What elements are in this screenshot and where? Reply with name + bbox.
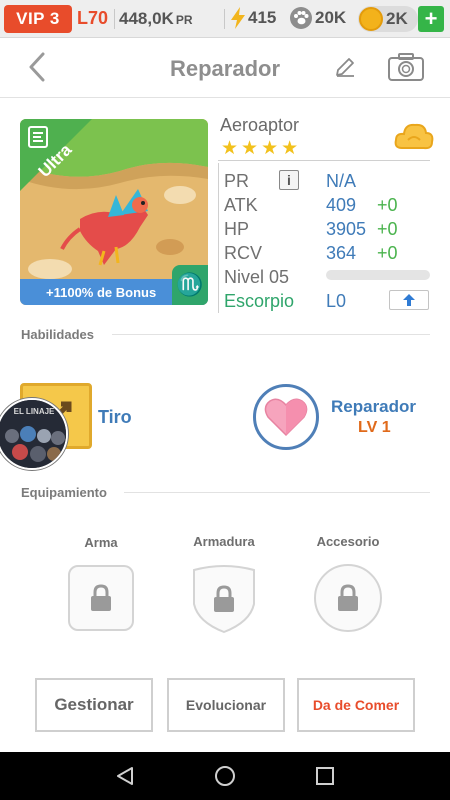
divider [224, 9, 225, 29]
role-level: LV 1 [358, 419, 391, 436]
stat-pr-label: PR [224, 171, 250, 191]
nav-home-button[interactable] [213, 764, 237, 788]
divider [114, 9, 115, 29]
gold-value: 2K [386, 9, 408, 28]
camera-icon [388, 53, 424, 81]
nav-recents-button[interactable] [313, 764, 337, 788]
lock-icon [91, 584, 111, 611]
camera-button[interactable] [387, 52, 425, 87]
slot-weapon[interactable] [68, 565, 134, 631]
paw-icon [290, 7, 312, 29]
manage-button[interactable]: Gestionar [35, 678, 153, 732]
player-level: L70 [77, 8, 109, 28]
edit-button[interactable] [334, 56, 356, 83]
star-icon: ★ [281, 138, 299, 159]
resource-bar: VIP 3 L70 448,0K PR 415 20K 2K + [0, 0, 450, 38]
pencil-icon [336, 58, 354, 77]
role-icon[interactable] [253, 384, 319, 450]
slot-accessory[interactable] [314, 564, 382, 632]
monster-card[interactable]: Ultra +1100% de Bonus ♏ [20, 119, 208, 305]
triangle-back-icon [117, 767, 133, 785]
abilities-heading: Habilidades [21, 327, 94, 342]
food-value: 20K [315, 8, 347, 27]
stat-hp-bonus: +0 [377, 219, 398, 239]
coin-icon [359, 7, 383, 31]
heart-icon [264, 398, 308, 437]
food-counter[interactable]: 20K [290, 7, 346, 29]
stat-rcv-bonus: +0 [377, 243, 398, 263]
info-icon[interactable]: i [279, 170, 299, 190]
stat-atk-label: ATK [224, 195, 258, 215]
avatar-logo-text: EL LINAJE [14, 407, 55, 416]
slot-armor[interactable] [190, 564, 258, 634]
star-icon: ★ [261, 138, 279, 159]
gold-counter[interactable]: 2K [358, 6, 418, 32]
stat-rcv-label: RCV [224, 243, 263, 263]
star-rating: ★ ★ ★ ★ [221, 139, 298, 158]
divider [124, 492, 430, 493]
xp-progress-bar [326, 270, 430, 280]
zodiac-level: L0 [326, 291, 347, 311]
lock-icon [338, 584, 358, 611]
star-icon: ★ [241, 138, 259, 159]
slot-armor-label: Armadura [193, 534, 255, 549]
divider [218, 160, 430, 161]
equipment-heading: Equipamiento [21, 485, 107, 500]
avatar: EL LINAJE [0, 398, 68, 470]
slot-accessory-label: Accesorio [316, 534, 380, 549]
stat-atk-bonus: +0 [377, 195, 398, 215]
role-name: Reparador [331, 397, 417, 416]
page-title: Reparador [169, 56, 281, 81]
monster-name: Aeroaptor [220, 115, 300, 135]
arrow-up-icon [403, 294, 415, 306]
nav-back-button[interactable] [113, 764, 137, 788]
slot-weapon-label: Arma [84, 535, 118, 550]
divider [112, 334, 430, 335]
cloud-element-icon [394, 120, 434, 159]
page-header: Reparador [0, 38, 450, 98]
square-recents-icon [316, 767, 334, 785]
skill-name[interactable]: Tiro [98, 407, 132, 428]
energy-value: 415 [248, 8, 277, 27]
lock-icon [214, 585, 234, 612]
feed-button[interactable]: Da de Comer [297, 678, 415, 732]
zodiac-sign-label: Escorpio [224, 291, 295, 311]
stat-hp-label: HP [224, 219, 250, 239]
star-icon: ★ [221, 138, 239, 159]
energy-counter[interactable]: 415 [230, 7, 276, 29]
stat-pr-value: N/A [326, 171, 357, 191]
vip-badge[interactable]: VIP 3 [4, 5, 72, 33]
stat-atk-value: 409 [326, 195, 357, 215]
evolve-button[interactable]: Evolucionar [167, 678, 285, 732]
lightning-icon [231, 7, 245, 29]
stat-rcv-value: 364 [326, 243, 357, 263]
power-rating: 448,0K PR [119, 9, 193, 29]
stat-hp-value: 3905 [326, 219, 367, 239]
power-value: 448,0K [119, 9, 174, 28]
power-label: PR [175, 13, 193, 27]
stat-level-label: Nivel 05 [224, 267, 290, 287]
circle-home-icon [215, 766, 235, 786]
book-icon [26, 125, 50, 149]
add-gold-button[interactable]: + [418, 6, 444, 32]
upgrade-sign-button[interactable] [389, 290, 429, 310]
zodiac-icon: ♏ [172, 265, 208, 305]
system-navigation-bar [0, 752, 450, 800]
